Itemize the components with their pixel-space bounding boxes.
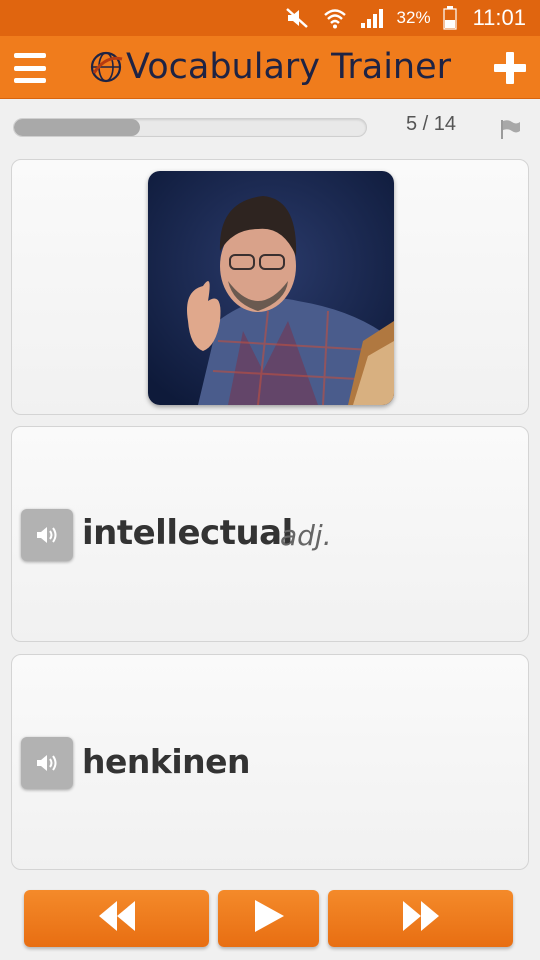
- translation-word-card[interactable]: henkinen: [11, 654, 529, 870]
- part-of-speech: adj.: [280, 519, 332, 552]
- wifi-icon: [323, 7, 347, 29]
- speaker-icon[interactable]: [21, 737, 73, 789]
- hamburger-menu-icon[interactable]: [12, 50, 48, 86]
- rewind-icon: [97, 899, 137, 938]
- mute-icon: [285, 7, 311, 29]
- fast-forward-icon: [401, 899, 441, 938]
- status-bar: 32% 11:01: [0, 0, 540, 36]
- plus-icon[interactable]: [492, 50, 528, 86]
- battery-icon: [442, 6, 457, 30]
- progress-fill: [14, 119, 140, 136]
- speaker-icon[interactable]: [21, 509, 73, 561]
- flag-icon[interactable]: [498, 118, 522, 140]
- source-word-card[interactable]: intellectual adj.: [11, 426, 529, 642]
- clock: 11:01: [472, 5, 526, 30]
- app-title: Vocabulary Trainer: [126, 47, 452, 87]
- globe-logo-icon: [88, 49, 124, 85]
- app-title-group: Vocabulary Trainer: [88, 42, 451, 92]
- previous-button[interactable]: [24, 890, 209, 947]
- next-button[interactable]: [328, 890, 513, 947]
- image-card: [11, 159, 529, 415]
- signal-icon: [359, 7, 385, 29]
- translation-word: henkinen: [82, 742, 251, 781]
- photo-image: [148, 171, 394, 405]
- app-bar: Vocabulary Trainer: [0, 36, 540, 99]
- progress-count: 5 / 14: [405, 113, 457, 135]
- play-icon: [252, 899, 286, 938]
- progress-bar: [13, 118, 367, 137]
- play-button[interactable]: [218, 890, 319, 947]
- source-word: intellectual: [82, 513, 293, 553]
- battery-percent: 32%: [396, 8, 431, 27]
